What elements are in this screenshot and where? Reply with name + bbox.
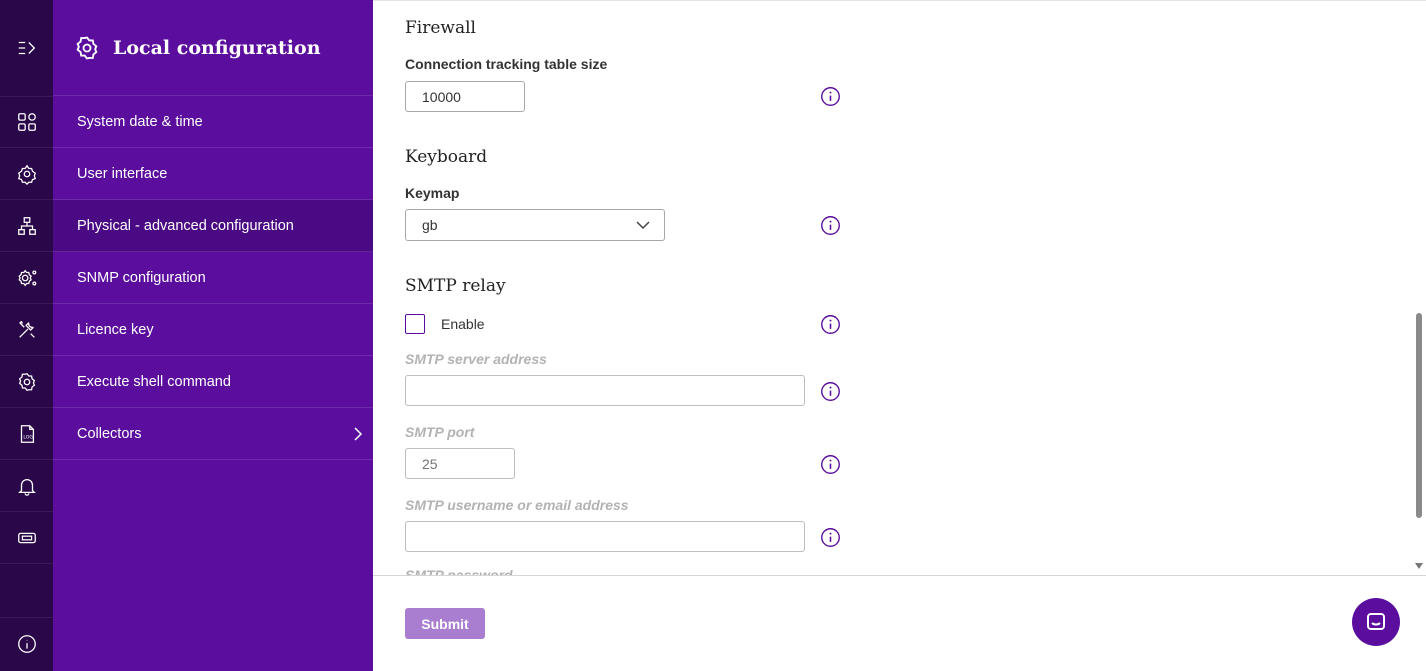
gear-network-icon[interactable] <box>0 252 53 304</box>
smtp-username-input[interactable] <box>405 521 805 552</box>
nav-item-physical-advanced[interactable]: Physical - advanced configuration <box>53 200 373 252</box>
chat-launcher-button[interactable] <box>1352 598 1400 646</box>
info-icon[interactable] <box>820 454 841 475</box>
smtp-enable-checkbox[interactable] <box>405 314 425 334</box>
chat-icon <box>1367 613 1385 630</box>
nav-item-execute-shell[interactable]: Execute shell command <box>53 356 373 408</box>
panel-header: Local configuration <box>53 0 373 96</box>
config-nav-panel: Local configuration System date & time U… <box>53 0 373 671</box>
settings-network-icon[interactable] <box>0 148 53 200</box>
smtp-port-label: SMTP port <box>405 424 475 440</box>
main-content: Firewall Connection tracking table size … <box>373 0 1426 575</box>
form-footer: Submit <box>373 575 1426 671</box>
svg-text:LOG: LOG <box>23 434 33 440</box>
scroll-down-arrow-icon[interactable] <box>1415 563 1423 569</box>
conntrack-input[interactable] <box>405 81 525 112</box>
info-icon[interactable] <box>820 215 841 236</box>
info-icon[interactable] <box>820 527 841 548</box>
chevron-down-icon <box>636 221 650 230</box>
dashboard-grid-icon[interactable] <box>0 96 53 148</box>
panel-title: Local configuration <box>113 36 321 59</box>
smtp-username-label: SMTP username or email address <box>405 497 629 513</box>
nav-item-snmp-configuration[interactable]: SNMP configuration <box>53 252 373 304</box>
ticket-icon[interactable] <box>0 512 53 564</box>
nav-item-licence-key[interactable]: Licence key <box>53 304 373 356</box>
nav-item-system-date-time[interactable]: System date & time <box>53 96 373 148</box>
expand-menu-icon[interactable] <box>0 22 53 74</box>
smtp-password-label: SMTP password <box>405 567 513 575</box>
info-icon[interactable] <box>820 381 841 402</box>
icon-rail: LOG <box>0 0 53 671</box>
scrollbar-thumb[interactable] <box>1416 313 1422 518</box>
smtp-server-input[interactable] <box>405 375 805 406</box>
submit-button[interactable]: Submit <box>405 608 485 639</box>
settings-cog-icon <box>76 35 98 60</box>
smtp-section-title: SMTP relay <box>405 276 506 296</box>
conntrack-label: Connection tracking table size <box>405 56 608 72</box>
chevron-right-icon <box>354 426 363 441</box>
info-icon[interactable] <box>820 314 841 335</box>
tools-icon[interactable] <box>0 304 53 356</box>
gear-icon[interactable] <box>0 356 53 408</box>
smtp-server-label: SMTP server address <box>405 351 547 367</box>
nav-item-collectors[interactable]: Collectors <box>53 408 373 460</box>
smtp-port-input[interactable] <box>405 448 515 479</box>
smtp-enable-label: Enable <box>441 316 485 332</box>
firewall-section-title: Firewall <box>405 18 476 38</box>
keymap-select[interactable]: gb <box>405 209 665 241</box>
keymap-value: gb <box>422 217 438 233</box>
keymap-label: Keymap <box>405 185 460 201</box>
info-icon[interactable] <box>820 86 841 107</box>
nav-item-collectors-label: Collectors <box>77 425 142 442</box>
hierarchy-icon[interactable] <box>0 200 53 252</box>
nav-item-user-interface[interactable]: User interface <box>53 148 373 200</box>
info-icon[interactable] <box>0 617 53 669</box>
scrollbar[interactable] <box>1412 1 1426 575</box>
keyboard-section-title: Keyboard <box>405 147 488 167</box>
bell-icon[interactable] <box>0 460 53 512</box>
log-file-icon[interactable]: LOG <box>0 408 53 460</box>
